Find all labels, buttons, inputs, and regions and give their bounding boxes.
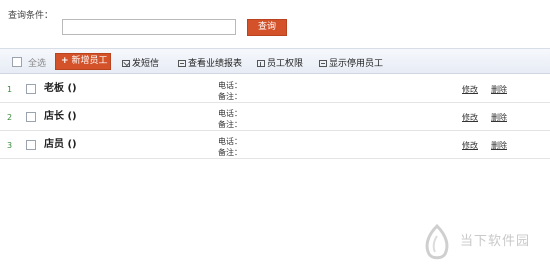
- send-sms-label: 发短信: [132, 59, 160, 69]
- query-label: 查询条件：: [8, 11, 54, 21]
- report-icon: [178, 60, 186, 67]
- table-row: 3 店员 () 电话： 备注： 修改 删除: [0, 131, 550, 159]
- permission-icon: [257, 60, 265, 67]
- add-employee-label: 新增员工: [71, 56, 108, 66]
- mail-icon: [122, 60, 130, 67]
- delete-link[interactable]: 删除: [491, 84, 507, 95]
- note-label: 备注：: [218, 92, 242, 101]
- row-number: 3: [7, 141, 13, 150]
- row-number: 2: [7, 113, 13, 122]
- permissions-label: 员工权限: [267, 59, 304, 69]
- phone-label: 电话：: [218, 81, 242, 90]
- employee-name: 老板 (): [44, 83, 77, 94]
- watermark-logo-icon: [425, 224, 449, 260]
- add-employee-button[interactable]: + 新增员工: [55, 53, 111, 70]
- edit-link[interactable]: 修改: [462, 84, 478, 95]
- note-label: 备注：: [218, 120, 242, 129]
- select-all-label[interactable]: 全选: [28, 56, 46, 69]
- edit-link[interactable]: 修改: [462, 112, 478, 123]
- phone-label: 电话：: [218, 109, 242, 118]
- row-number: 1: [7, 85, 13, 94]
- delete-link[interactable]: 删除: [491, 140, 507, 151]
- query-button[interactable]: 查询: [247, 19, 287, 36]
- show-disabled-label: 显示停用员工: [329, 59, 384, 69]
- query-input[interactable]: [62, 19, 236, 35]
- send-sms-button[interactable]: 发短信: [122, 56, 159, 69]
- show-disabled-button[interactable]: 显示停用员工: [319, 56, 383, 69]
- view-performance-button[interactable]: 查看业绩报表: [178, 56, 242, 69]
- phone-label: 电话：: [218, 137, 242, 146]
- permissions-button[interactable]: 员工权限: [257, 56, 303, 69]
- row-checkbox[interactable]: [26, 112, 36, 122]
- edit-link[interactable]: 修改: [462, 140, 478, 151]
- employee-name: 店员 (): [44, 139, 77, 150]
- watermark-text: 当下软件园: [460, 234, 531, 249]
- watermark: 当下软件园: [420, 224, 544, 264]
- row-checkbox[interactable]: [26, 140, 36, 150]
- toolbar: 全选 + 新增员工 发短信 查看业绩报表 员工权限 显示停用员工: [0, 48, 550, 74]
- delete-link[interactable]: 删除: [491, 112, 507, 123]
- view-performance-label: 查看业绩报表: [188, 59, 243, 69]
- note-label: 备注：: [218, 148, 242, 157]
- row-checkbox[interactable]: [26, 84, 36, 94]
- table-row: 1 老板 () 电话： 备注： 修改 删除: [0, 75, 550, 103]
- plus-icon: +: [61, 56, 69, 66]
- select-all-checkbox[interactable]: [12, 57, 22, 67]
- table-row: 2 店长 () 电话： 备注： 修改 删除: [0, 103, 550, 131]
- list-icon: [319, 60, 327, 67]
- employee-name: 店长 (): [44, 111, 77, 122]
